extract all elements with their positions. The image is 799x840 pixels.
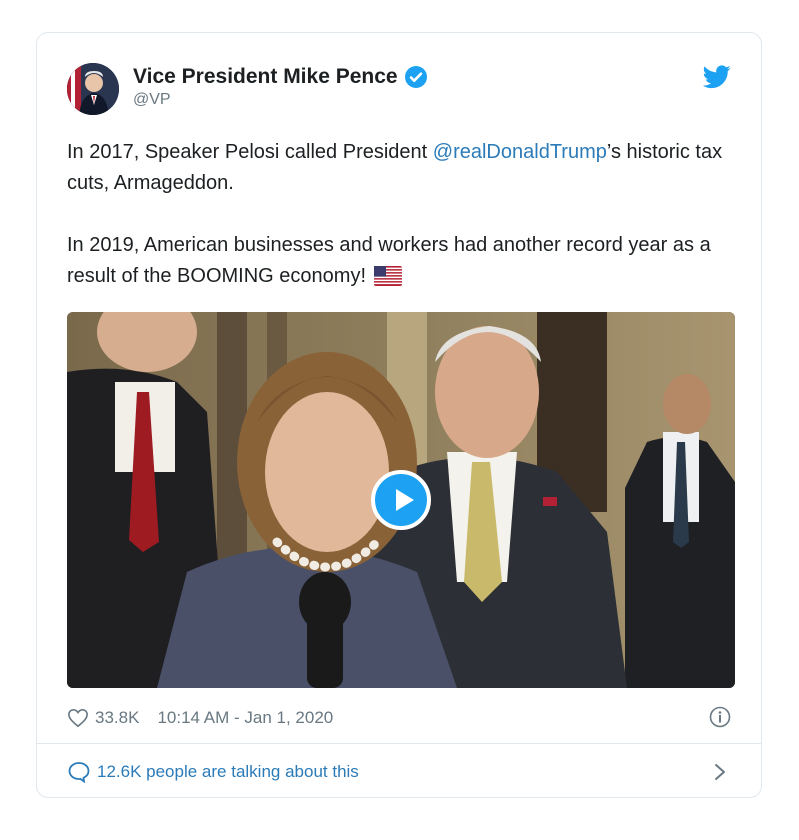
display-name[interactable]: Vice President Mike Pence (133, 65, 398, 89)
play-icon[interactable] (371, 470, 431, 530)
tweet-meta: 33.8K 10:14 AM - Jan 1, 2020 (67, 703, 731, 733)
heart-icon[interactable] (67, 708, 89, 728)
chevron-right-icon[interactable] (713, 762, 727, 782)
author-block: Vice President Mike Pence @VP (133, 65, 428, 109)
tweet-paragraph-1: In 2017, Speaker Pelosi called President… (67, 137, 737, 199)
timestamp[interactable]: 10:14 AM - Jan 1, 2020 (157, 708, 333, 728)
tweet-text: In 2017, Speaker Pelosi called President… (67, 137, 737, 292)
verified-badge-icon (404, 66, 427, 88)
video-thumbnail[interactable] (67, 312, 735, 688)
conversation-link[interactable]: 12.6K people are talking about this (37, 743, 761, 799)
comment-bubble-icon (68, 761, 90, 783)
tweet-text-segment: In 2017, Speaker Pelosi called President (67, 141, 433, 163)
tweet-paragraph-2: In 2019, American businesses and workers… (67, 230, 737, 292)
like-count[interactable]: 33.8K (95, 708, 139, 728)
info-icon[interactable] (709, 706, 731, 728)
tweet-card: Vice President Mike Pence @VP In 2017, S… (36, 32, 762, 798)
avatar[interactable] (67, 63, 119, 115)
twitter-bird-icon[interactable] (703, 65, 731, 89)
handle[interactable]: @VP (133, 91, 428, 109)
mention-link[interactable]: @realDonaldTrump (433, 141, 607, 163)
us-flag-emoji (374, 266, 402, 286)
tweet-header: Vice President Mike Pence @VP (67, 63, 731, 123)
talking-count[interactable]: 12.6K people are talking about this (97, 762, 359, 782)
